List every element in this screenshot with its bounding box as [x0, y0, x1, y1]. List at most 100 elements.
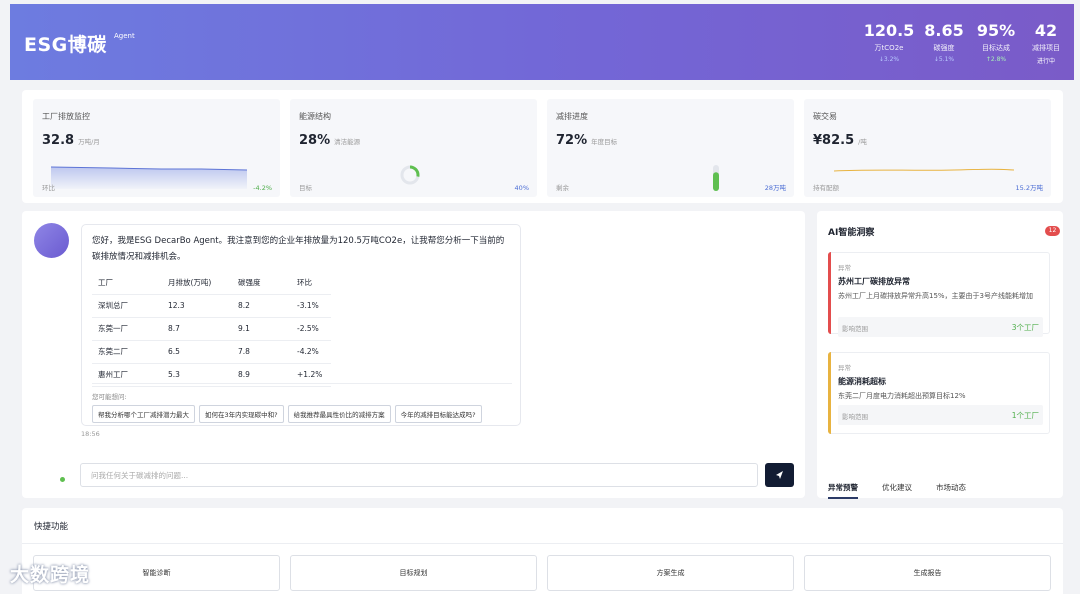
card-footer-value: 15.2万吨 [1015, 184, 1043, 192]
alert-description: 苏州工厂上月碳排放异常升高15%，主要由于3号产线能耗增加 [838, 292, 1034, 300]
quick-functions-title: 快捷功能 [34, 522, 69, 532]
scope-label: 影响范围 [842, 413, 868, 421]
card-footer-value: -4.2% [253, 184, 272, 192]
divider [92, 383, 512, 384]
column-header: 环比 [291, 271, 331, 295]
table-cell: 东莞一厂 [92, 317, 162, 341]
alert-scope: 影响范围 1个工厂 [838, 405, 1043, 425]
table-cell: -4.2% [291, 340, 331, 364]
suggestion-chip[interactable]: 帮我分析哪个工厂减排潜力最大 [92, 405, 195, 423]
tab-alerts[interactable]: 异常预警 [828, 482, 858, 499]
alert-tag: 异常 [838, 264, 851, 272]
kpi-label: 万tCO2e [874, 44, 904, 52]
alert-description: 东莞二厂月度电力消耗超出预算目标12% [838, 392, 966, 400]
table-row: 深圳总厂 12.3 8.2 -3.1% [92, 294, 331, 318]
card-title: 能源结构 [299, 112, 331, 121]
tab-suggestions[interactable]: 优化建议 [882, 482, 912, 499]
app-header: ESG博碳 Agent 120.5 万tCO2e ↓3.2% 8.65 碳强度 … [10, 4, 1074, 80]
column-header: 工厂 [92, 271, 162, 295]
card-unit: 万吨/月 [78, 138, 100, 146]
insights-title: AI智能洞察 [828, 228, 875, 238]
card-reduction-progress[interactable]: 减排进度 72% 年度目标 剩余 28万吨 [547, 99, 794, 197]
agent-message-bubble: 您好，我是ESG DecarBo Agent。我注意到您的企业年排放量为120.… [81, 224, 521, 426]
card-energy-mix[interactable]: 能源结构 28% 清洁能源 目标 40% [290, 99, 537, 197]
factory-table: 工厂 月排放(万吨) 碳强度 环比 深圳总厂 12.3 8.2 -3.1% 东莞… [92, 271, 331, 387]
quick-solution-button[interactable]: 方案生成 [547, 555, 794, 591]
tab-market[interactable]: 市场动态 [936, 482, 966, 499]
scope-value: 3个工厂 [1011, 323, 1039, 332]
card-unit: /吨 [858, 138, 867, 146]
chat-input[interactable] [80, 463, 758, 487]
alert-severity-bar [828, 252, 831, 334]
card-unit: 年度目标 [591, 138, 618, 146]
kpi-trend: ↓3.2% [878, 56, 900, 63]
scope-label: 影响范围 [842, 325, 868, 333]
suggestion-hint: 您可能想问: [92, 393, 127, 401]
clean-energy-donut [400, 165, 420, 185]
price-trend-line [834, 168, 1014, 172]
alert-tag: 异常 [838, 364, 851, 372]
column-header: 碳强度 [232, 271, 291, 295]
table-cell: 7.8 [232, 340, 291, 364]
table-cell: 9.1 [232, 317, 291, 341]
kpi-value: 8.65 [924, 21, 964, 40]
table-cell: -3.1% [291, 294, 331, 318]
alert-card[interactable]: 异常 能源消耗超标 东莞二厂月度电力消耗超出预算目标12% 影响范围 1个工厂 [828, 352, 1050, 434]
suggestion-chip[interactable]: 给我推荐最具性价比的减排方案 [287, 405, 391, 423]
agent-message-text: 您好，我是ESG DecarBo Agent。我注意到您的企业年排放量为120.… [92, 236, 505, 262]
card-footer-value: 40% [514, 184, 529, 192]
suggestion-chip[interactable]: 如何在3年内实现碳中和? [199, 405, 284, 423]
message-timestamp: 18:56 [81, 430, 100, 438]
table-cell: 6.5 [162, 340, 232, 364]
quick-planning-button[interactable]: 目标规划 [290, 555, 537, 591]
card-value: 28% 清洁能源 [299, 133, 361, 148]
table-cell: 8.7 [162, 317, 232, 341]
kpi-value: 120.5 [863, 21, 915, 40]
quick-functions-panel: 快捷功能 智能诊断 目标规划 方案生成 生成报告 [22, 508, 1063, 594]
table-cell: -2.5% [291, 317, 331, 341]
ai-insights-panel: AI智能洞察 12 异常 苏州工厂碳排放异常 苏州工厂上月碳排放异常升高15%，… [817, 211, 1063, 499]
insights-tabs: 异常预警 优化建议 市场动态 [828, 482, 966, 499]
reduction-progress-bar [713, 165, 719, 191]
card-factory-emissions[interactable]: 工厂排放监控 32.8 万吨/月 环比 -4.2% [33, 99, 280, 197]
card-unit: 清洁能源 [334, 138, 361, 146]
agent-avatar [34, 223, 69, 258]
card-footer-label: 剩余 [556, 184, 569, 192]
app-logo: ESG博碳 [24, 34, 107, 56]
table-cell: 深圳总厂 [92, 294, 162, 318]
card-footer-label: 目标 [299, 184, 312, 192]
kpi-emissions: 120.5 万tCO2e ↓3.2% [859, 21, 919, 64]
logo-agent-label: Agent [114, 32, 135, 40]
alert-severity-bar [828, 352, 831, 434]
card-value: ¥82.5/吨 [813, 133, 867, 148]
suggestion-chip[interactable]: 今年的减排目标能达成吗? [394, 405, 482, 423]
card-footer-value: 28万吨 [764, 184, 786, 192]
insights-count-badge: 12 [1045, 226, 1060, 236]
kpi-trend: ↓5.1% [933, 56, 955, 63]
card-footer-label: 环比 [42, 184, 55, 192]
kpi-label: 减排项目 [1032, 44, 1060, 52]
suggestion-chips: 帮我分析哪个工厂减排潜力最大 如何在3年内实现碳中和? 给我推荐最具性价比的减排… [92, 405, 482, 423]
scope-value: 1个工厂 [1011, 411, 1039, 420]
card-footer-label: 持有配额 [813, 184, 839, 192]
table-cell: 12.3 [162, 294, 232, 318]
send-button[interactable] [765, 463, 794, 487]
divider [22, 543, 1063, 544]
kpi-projects: 42 减排项目 进行中 [1016, 22, 1076, 66]
online-status-dot [60, 477, 65, 482]
alert-card[interactable]: 异常 苏州工厂碳排放异常 苏州工厂上月碳排放异常升高15%，主要由于3号产线能耗… [828, 252, 1050, 337]
card-carbon-trading[interactable]: 碳交易 ¥82.5/吨 持有配额 15.2万吨 [804, 99, 1051, 197]
alert-title: 能源消耗超标 [838, 377, 886, 386]
metric-cards-panel: 工厂排放监控 32.8 万吨/月 环比 -4.2% 能源结构 28% 清洁能源 目标… [22, 90, 1063, 203]
watermark: 大数跨境 [10, 564, 91, 586]
emissions-area-sparkline [51, 166, 247, 189]
card-value: 72% 年度目标 [556, 133, 618, 148]
column-header: 月排放(万吨) [162, 271, 232, 295]
quick-report-button[interactable]: 生成报告 [804, 555, 1051, 591]
send-icon [776, 471, 783, 479]
kpi-label: 碳强度 [933, 44, 955, 52]
card-title: 工厂排放监控 [42, 112, 90, 121]
table-cell: 8.2 [232, 294, 291, 318]
alert-scope: 影响范围 3个工厂 [838, 317, 1043, 337]
table-header-row: 工厂 月排放(万吨) 碳强度 环比 [92, 271, 331, 295]
